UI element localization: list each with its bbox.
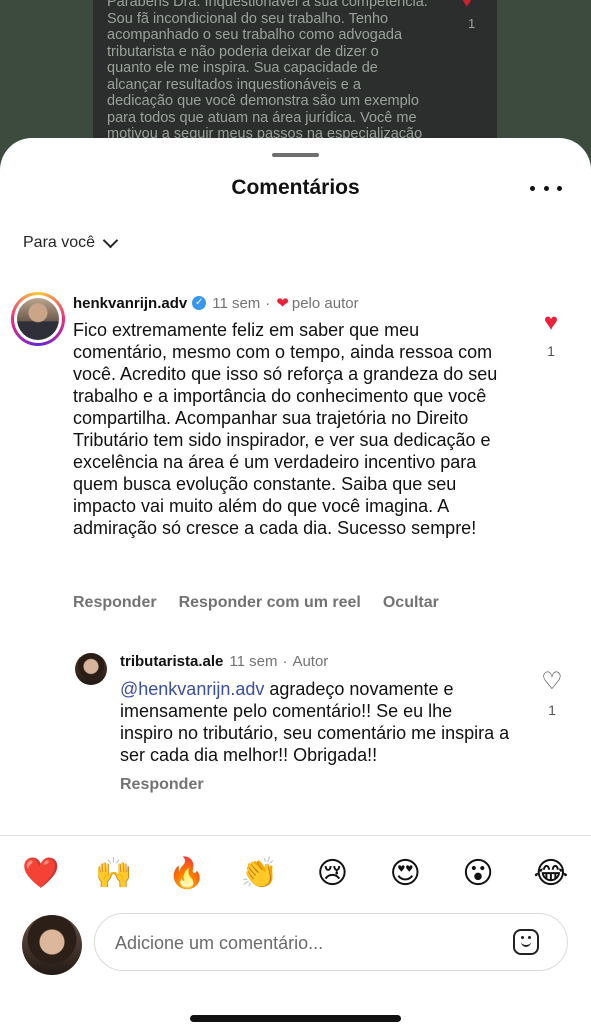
liked-by-author-heart-icon: ❤ bbox=[276, 295, 289, 312]
reaction-fire[interactable]: 🔥 bbox=[168, 856, 206, 892]
comment-input[interactable] bbox=[113, 928, 497, 958]
reply-with-reel-button[interactable]: Responder com um reel bbox=[179, 594, 361, 612]
reply-text: @henkvanrijn.adv agradeço novamente e im… bbox=[120, 679, 510, 765]
reply-actions: Responder bbox=[120, 776, 204, 794]
home-indicator[interactable] bbox=[190, 1015, 401, 1022]
quick-reactions-bar: ❤️ 🙌 🔥 👏 😢 😍 😮 😂 bbox=[22, 856, 570, 892]
reaction-surprised[interactable]: 😮 bbox=[459, 856, 497, 892]
reply-avatar[interactable] bbox=[75, 653, 107, 685]
background-heart-icon: ♥ bbox=[462, 0, 472, 11]
reply-time: 11 sem bbox=[229, 653, 278, 670]
comment-actions: Responder Responder com um reel Ocultar bbox=[73, 594, 439, 612]
reply-header: tributarista.ale 11 sem · Autor bbox=[120, 653, 329, 670]
background-post: Parabéns Dra. Inquestionável a sua compe… bbox=[93, 0, 497, 150]
more-dot-icon bbox=[557, 185, 562, 191]
composer-divider bbox=[0, 835, 591, 836]
verified-badge-icon: ✓ bbox=[192, 296, 207, 310]
more-dot-icon bbox=[530, 185, 535, 191]
author-tag: Autor bbox=[292, 653, 329, 670]
comment-text: Fico extremamente feliz em saber que meu… bbox=[73, 320, 498, 538]
more-options-button[interactable] bbox=[530, 176, 562, 200]
comment-header: henkvanrijn.adv ✓ 11 sem · ❤ pelo autor bbox=[73, 294, 359, 313]
sticker-icon[interactable] bbox=[513, 929, 539, 955]
comment-composer bbox=[94, 913, 568, 971]
mention-link[interactable]: @henkvanrijn.adv bbox=[120, 679, 264, 699]
reply-username[interactable]: tributarista.ale bbox=[120, 653, 223, 670]
reaction-heart[interactable]: ❤️ bbox=[22, 856, 60, 892]
comment-time: 11 sem bbox=[212, 294, 261, 312]
heart-filled-icon: ♥ bbox=[543, 309, 559, 336]
commenter-avatar[interactable] bbox=[11, 292, 65, 346]
current-user-avatar bbox=[22, 915, 82, 975]
reply-like-button[interactable]: ♡ 1 bbox=[539, 668, 565, 719]
background-post-text: Parabéns Dra. Inquestionável a sua compe… bbox=[107, 0, 428, 142]
sheet-title: Comentários bbox=[231, 176, 360, 199]
sort-filter-label: Para você bbox=[23, 234, 96, 251]
reply-reply-button[interactable]: Responder bbox=[120, 776, 204, 794]
reaction-laughing[interactable]: 😂 bbox=[532, 856, 570, 892]
chevron-down-icon bbox=[102, 232, 119, 249]
reply-button[interactable]: Responder bbox=[73, 594, 157, 612]
reaction-crying[interactable]: 😢 bbox=[313, 856, 351, 892]
reaction-clapping[interactable]: 👏 bbox=[241, 856, 279, 892]
reaction-heart-eyes[interactable]: 😍 bbox=[386, 856, 424, 892]
reply-like-count: 1 bbox=[548, 702, 556, 718]
comment-like-count: 1 bbox=[547, 343, 555, 359]
sheet-grabber[interactable] bbox=[272, 153, 319, 157]
reaction-raising-hands[interactable]: 🙌 bbox=[95, 856, 133, 892]
comment-like-button[interactable]: ♥ 1 bbox=[538, 309, 564, 360]
background-like-count: 1 bbox=[468, 16, 476, 31]
comments-sheet: Comentários Para você henkvanrijn.adv ✓ … bbox=[0, 138, 591, 1034]
sort-filter-dropdown[interactable]: Para você bbox=[23, 232, 119, 252]
more-dot-icon bbox=[543, 185, 549, 191]
heart-outline-icon: ♡ bbox=[541, 668, 563, 695]
liked-by-author-label: pelo autor bbox=[291, 294, 359, 312]
comment-username[interactable]: henkvanrijn.adv bbox=[73, 295, 187, 312]
hide-button[interactable]: Ocultar bbox=[383, 594, 439, 612]
